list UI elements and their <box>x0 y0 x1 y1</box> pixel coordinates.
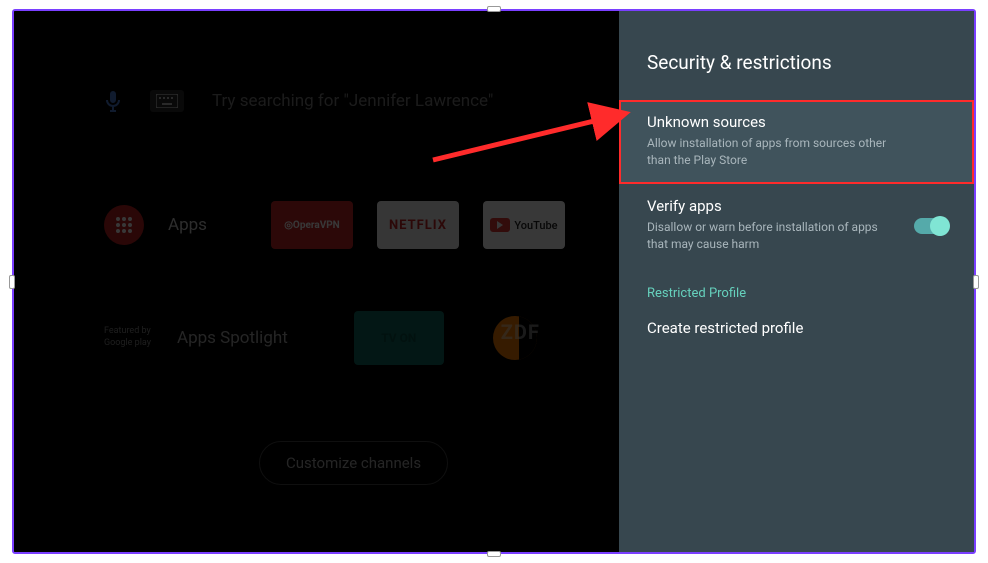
search-row: Try searching for "Jennifer Lawrence" <box>104 89 493 113</box>
setting-verify-apps[interactable]: Verify apps Disallow or warn before inst… <box>619 184 974 268</box>
customize-channels-button[interactable]: Customize channels <box>259 441 448 485</box>
android-tv-screen: Try searching for "Jennifer Lawrence" Ap… <box>12 9 976 554</box>
home-screen-dimmed: Try searching for "Jennifer Lawrence" Ap… <box>14 11 619 552</box>
settings-side-panel: Security & restrictions Unknown sources … <box>619 11 974 552</box>
setting-title: Unknown sources <box>647 113 946 131</box>
panel-title: Security & restrictions <box>619 51 974 100</box>
section-label-restricted-profile: Restricted Profile <box>619 268 974 309</box>
apps-row: Apps ◎ OperaVPN NETFLIX YouTube <box>104 201 565 249</box>
selection-handle-icon[interactable] <box>487 6 501 12</box>
setting-subtitle: Disallow or warn before installation of … <box>647 219 897 254</box>
setting-title: Verify apps <box>647 197 946 215</box>
search-placeholder[interactable]: Try searching for "Jennifer Lawrence" <box>212 91 493 111</box>
apps-row-label: Apps <box>168 215 207 235</box>
zdf-logo-text: ZDF <box>501 320 540 344</box>
apps-grid-icon[interactable] <box>104 205 144 245</box>
selection-handle-icon[interactable] <box>487 551 501 557</box>
selection-handle-icon[interactable] <box>973 275 979 289</box>
youtube-play-icon <box>490 218 510 232</box>
featured-by-label: Featured by Google play <box>104 326 151 349</box>
keyboard-icon[interactable] <box>150 90 184 112</box>
app-tile-netflix[interactable]: NETFLIX <box>377 201 459 249</box>
setting-subtitle: Allow installation of apps from sources … <box>647 135 897 170</box>
setting-unknown-sources[interactable]: Unknown sources Allow installation of ap… <box>619 100 974 184</box>
app-tile[interactable]: ◎ OperaVPN <box>271 201 353 249</box>
create-restricted-profile[interactable]: Create restricted profile <box>619 309 974 347</box>
toggle-switch-on[interactable] <box>914 218 948 234</box>
spotlight-tile[interactable]: ZDF <box>470 311 560 365</box>
microphone-icon[interactable] <box>104 89 122 113</box>
spotlight-tile[interactable]: TV ON <box>354 311 444 365</box>
app-tile-youtube[interactable]: YouTube <box>483 201 565 249</box>
spotlight-row-label: Apps Spotlight <box>177 328 288 348</box>
selection-handle-icon[interactable] <box>9 275 15 289</box>
spotlight-row: Featured by Google play Apps Spotlight T… <box>104 311 560 365</box>
